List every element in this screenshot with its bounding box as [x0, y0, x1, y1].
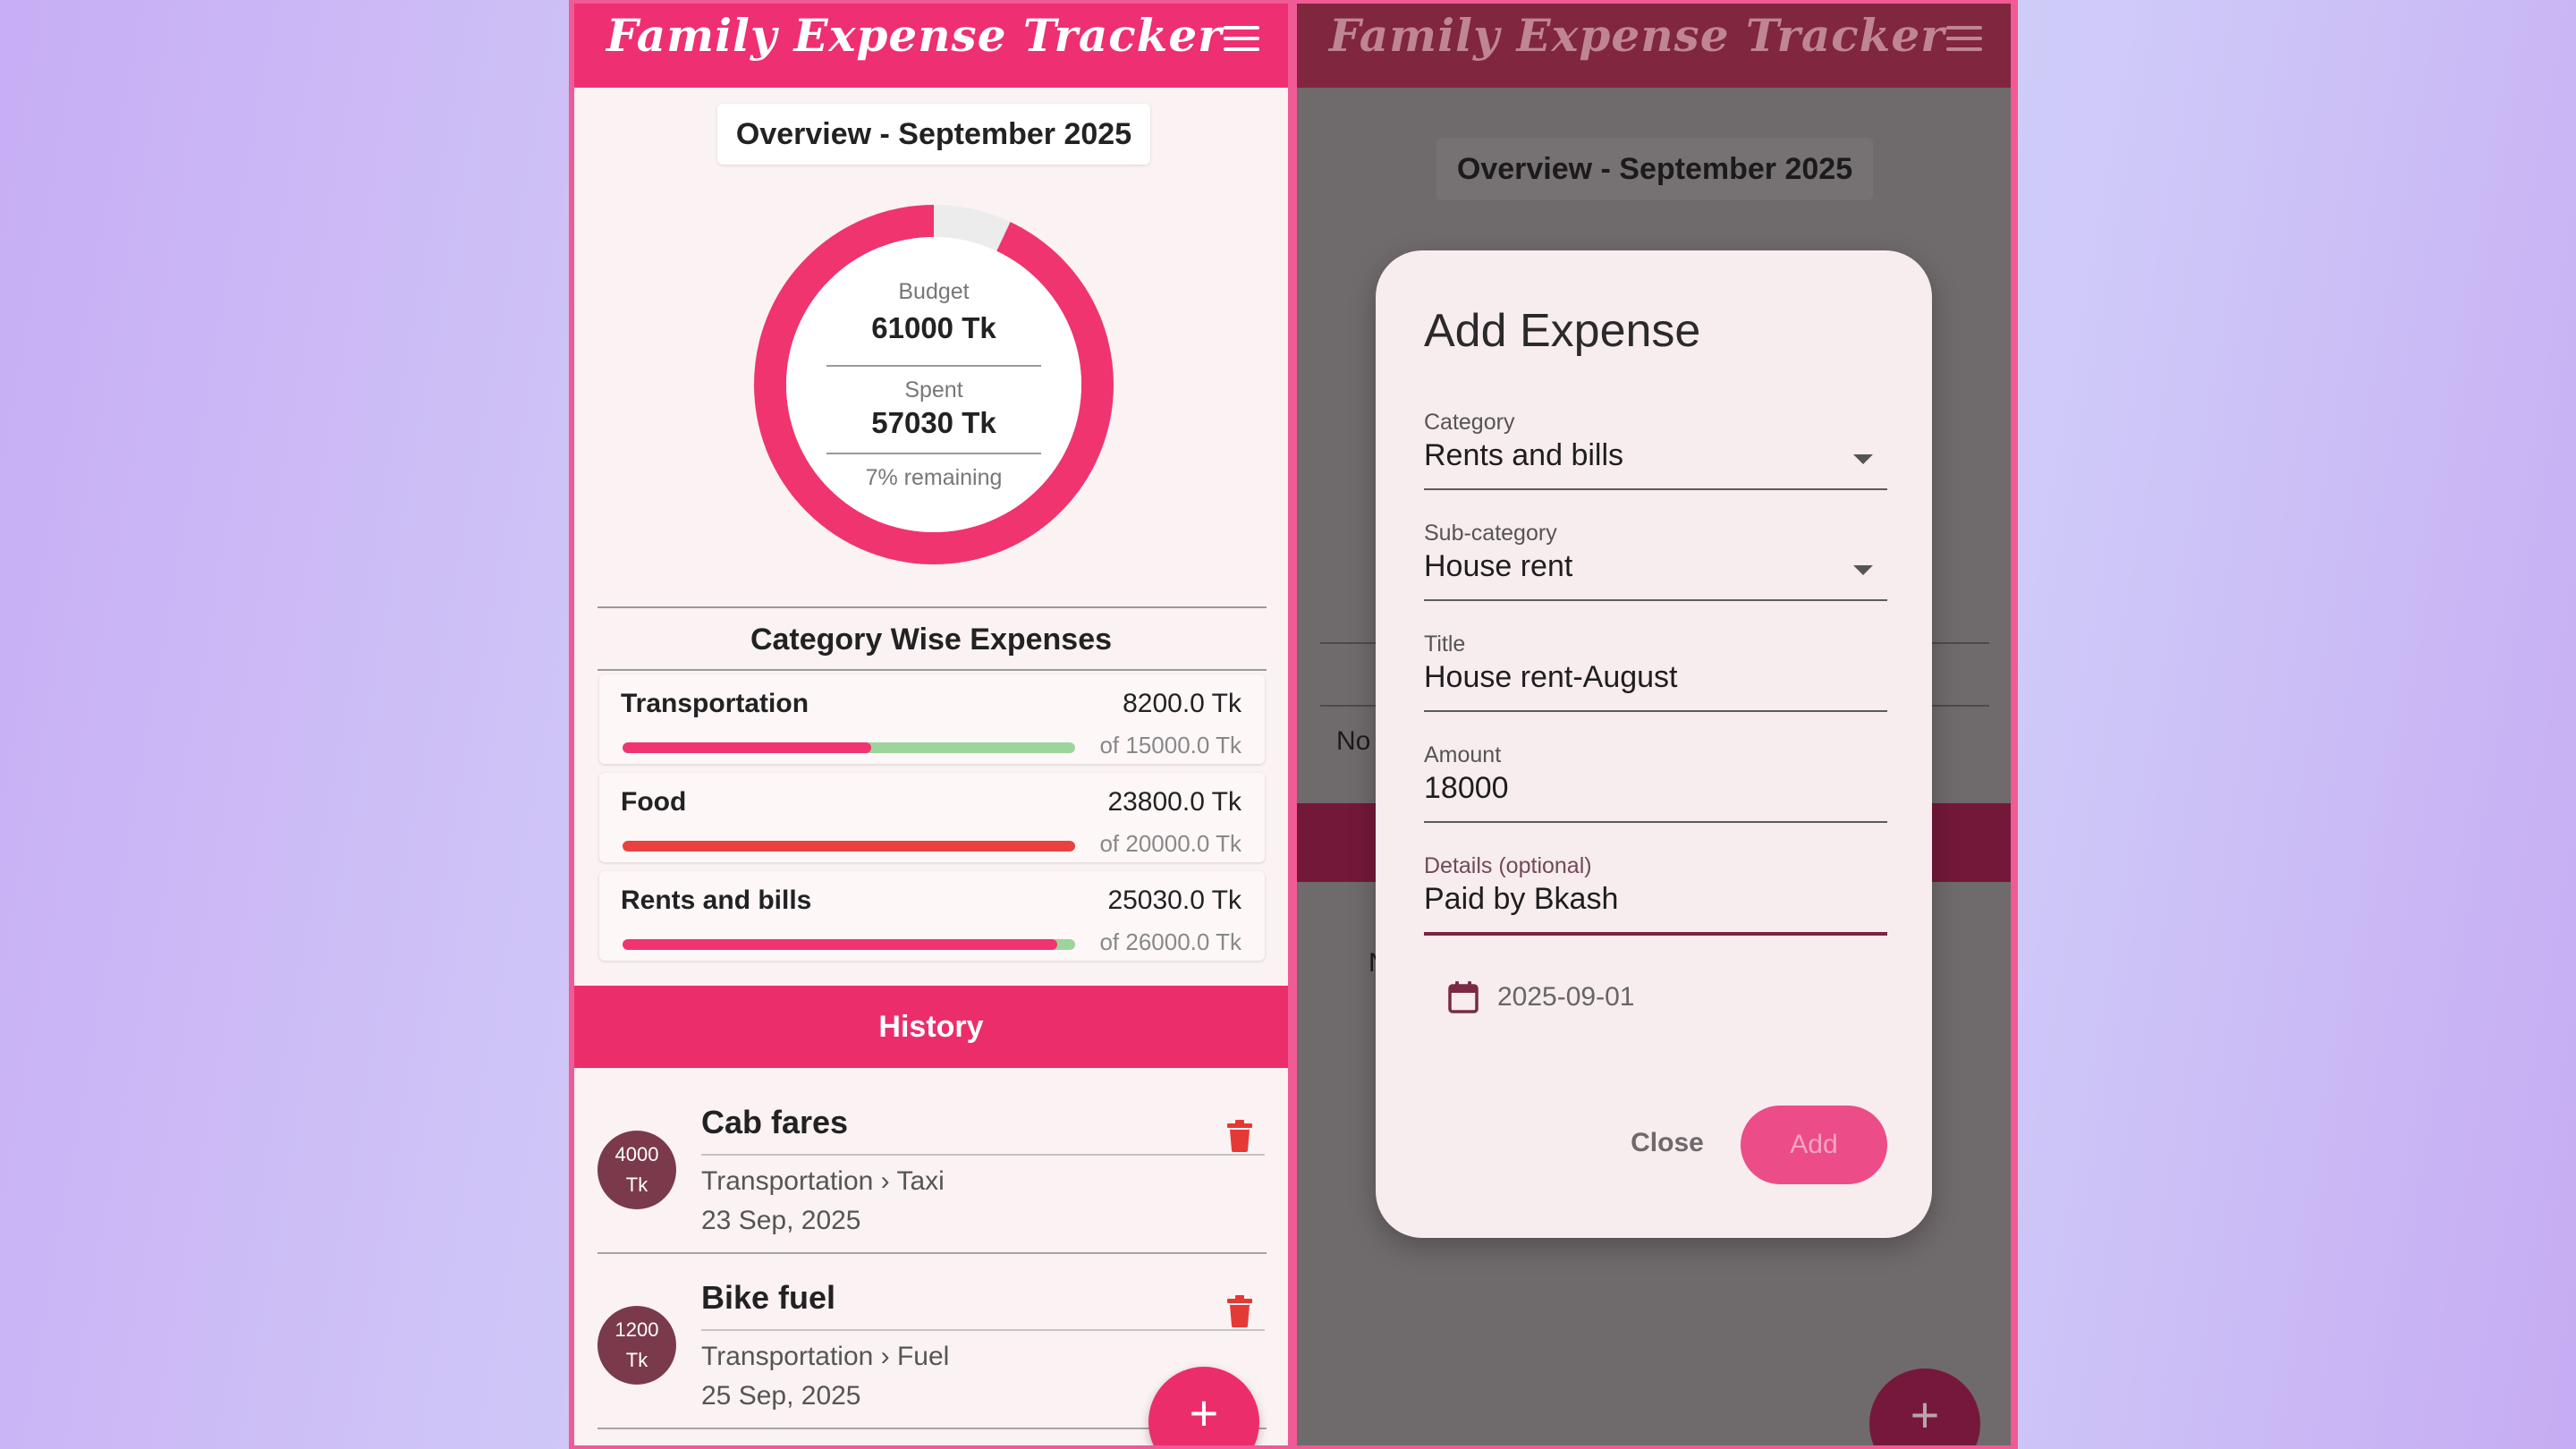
overview-title: Overview - September 2025	[1436, 138, 1873, 200]
add-expense-screen: Family Expense Tracker Overview - Septem…	[1297, 4, 2011, 1445]
category-progress-bar	[623, 742, 1075, 753]
category-progress-fill	[623, 939, 1057, 950]
avatar-amount: 4000	[614, 1143, 659, 1165]
history-title: Bike fuel	[701, 1279, 836, 1316]
app-bar: Family Expense Tracker	[1297, 4, 2011, 88]
avatar-unit: Tk	[625, 1349, 648, 1371]
calendar-icon	[1448, 981, 1479, 1013]
amount-avatar: 4000 Tk	[597, 1131, 676, 1209]
budget-value: 61000 Tk	[871, 311, 996, 344]
title-input[interactable]: Title House rent-August	[1424, 631, 1887, 742]
field-value: Rents and bills	[1424, 438, 1624, 472]
details-input[interactable]: Details (optional) Paid by Bkash	[1424, 853, 1887, 964]
category-amount: 8200.0 Tk	[1123, 689, 1241, 718]
dropdown-arrow-icon	[1853, 454, 1873, 464]
section-divider	[597, 669, 1267, 671]
history-divider	[701, 1154, 1265, 1156]
budget-donut: Budget 61000 Tk Spent 57030 Tk 7% remain…	[750, 200, 1118, 569]
field-value: 18000	[1424, 771, 1509, 805]
field-underline	[1424, 710, 1887, 712]
plus-icon: +	[1910, 1386, 1940, 1443]
history-item[interactable]: 4000 Tk Cab fares Transportation › Taxi …	[574, 1077, 1288, 1252]
amount-avatar: 1200 Tk	[597, 1306, 676, 1385]
history-header[interactable]: History	[574, 986, 1288, 1068]
avatar-amount: 1200	[614, 1318, 659, 1341]
category-progress-bar	[623, 939, 1075, 950]
field-underline	[1424, 932, 1887, 936]
background-text: No	[1336, 726, 1371, 756]
close-button[interactable]: Close	[1612, 1109, 1723, 1177]
field-label: Details (optional)	[1424, 853, 1592, 878]
history-title: Cab fares	[701, 1104, 849, 1140]
section-divider	[597, 606, 1267, 608]
delete-icon[interactable]	[1225, 1295, 1254, 1327]
field-label: Category	[1424, 410, 1515, 435]
donut-divider	[826, 365, 1041, 367]
category-progress-fill	[623, 841, 1075, 852]
add-expense-dialog: Add Expense Category Rents and bills Sub…	[1376, 250, 1932, 1238]
add-button[interactable]: Add	[1741, 1106, 1887, 1184]
category-progress-bar	[623, 841, 1075, 852]
category-dropdown[interactable]: Category Rents and bills	[1424, 410, 1887, 521]
history-category: Transportation › Fuel	[701, 1342, 950, 1371]
app-bar: Family Expense Tracker	[574, 4, 1288, 88]
field-underline	[1424, 599, 1887, 601]
date-value: 2025-09-01	[1497, 982, 1635, 1012]
subcategory-dropdown[interactable]: Sub-category House rent	[1424, 521, 1887, 631]
field-label: Title	[1424, 631, 1466, 657]
app-title: Family Expense Tracker	[1329, 9, 1945, 62]
category-card[interactable]: Rents and bills 25030.0 Tk of 26000.0 Tk	[599, 871, 1265, 961]
category-limit: of 20000.0 Tk	[1099, 830, 1241, 857]
field-underline	[1424, 821, 1887, 823]
donut-divider	[826, 453, 1041, 454]
donut-center: Budget 61000 Tk Spent 57030 Tk 7% remain…	[750, 200, 1118, 569]
dashboard-screen: Family Expense Tracker Overview - Septem…	[574, 4, 1288, 1445]
field-label: Amount	[1424, 742, 1502, 767]
plus-icon: +	[1189, 1385, 1219, 1441]
menu-icon[interactable]	[1222, 23, 1261, 54]
spent-value: 57030 Tk	[871, 406, 996, 439]
remaining-text: 7% remaining	[865, 465, 1003, 490]
history-date: 25 Sep, 2025	[701, 1381, 861, 1411]
category-card[interactable]: Food 23800.0 Tk of 20000.0 Tk	[599, 773, 1265, 862]
field-value: House rent	[1424, 549, 1573, 583]
amount-input[interactable]: Amount 18000	[1424, 742, 1887, 853]
category-progress-fill	[623, 742, 872, 753]
field-label: Sub-category	[1424, 521, 1557, 546]
category-name: Transportation	[621, 689, 809, 718]
category-limit: of 26000.0 Tk	[1099, 928, 1241, 955]
dialog-title: Add Expense	[1424, 305, 1701, 357]
category-card[interactable]: Transportation 8200.0 Tk of 15000.0 Tk	[599, 674, 1265, 764]
category-amount: 23800.0 Tk	[1107, 787, 1241, 817]
history-divider	[701, 1329, 1265, 1331]
app-title: Family Expense Tracker	[606, 9, 1223, 62]
category-name: Food	[621, 787, 687, 817]
budget-label: Budget	[898, 279, 970, 304]
history-category: Transportation › Taxi	[701, 1166, 945, 1196]
delete-icon[interactable]	[1225, 1120, 1254, 1152]
category-amount: 25030.0 Tk	[1107, 886, 1241, 915]
avatar-unit: Tk	[625, 1174, 648, 1196]
dropdown-arrow-icon	[1853, 565, 1873, 575]
history-date: 23 Sep, 2025	[701, 1206, 861, 1235]
category-section-title: Category Wise Expenses	[750, 623, 1113, 657]
category-name: Rents and bills	[621, 886, 812, 915]
overview-title: Overview - September 2025	[717, 104, 1150, 165]
field-underline	[1424, 488, 1887, 490]
add-expense-button: +	[1869, 1368, 1980, 1445]
spent-label: Spent	[904, 377, 963, 402]
field-value: House rent-August	[1424, 660, 1678, 694]
menu-icon	[1946, 26, 1982, 51]
category-limit: of 15000.0 Tk	[1099, 732, 1241, 758]
field-value: Paid by Bkash	[1424, 882, 1619, 916]
